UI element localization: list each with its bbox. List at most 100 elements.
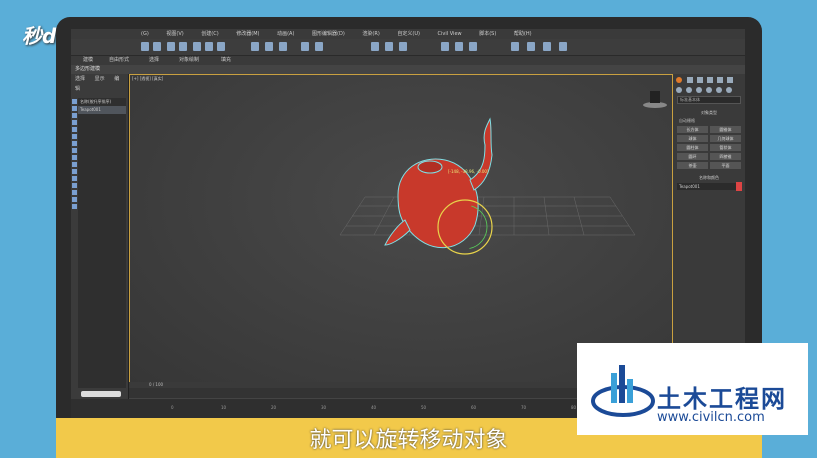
frame-tick: 80 — [571, 405, 577, 410]
command-panel-icon-row — [676, 77, 733, 93]
create-tab-icon — [676, 77, 682, 83]
filter-icon[interactable] — [72, 99, 77, 104]
object-type-buttons: 长方体 圆锥体 球体 几何球体 圆柱体 管状体 圆环 四棱锥 茶壶 平面 — [677, 126, 741, 169]
frame-tick: 0 — [171, 405, 174, 410]
tab-display[interactable]: 显示 — [95, 76, 105, 82]
name-color-header[interactable]: 名称和颜色 — [677, 175, 741, 181]
filter-icon[interactable] — [72, 169, 77, 174]
schematic-icon[interactable] — [385, 42, 393, 51]
menu-item[interactable]: 渲染(R) — [362, 31, 379, 37]
list-item-teapot[interactable]: Teapot001 — [78, 106, 126, 114]
ribbon-tab[interactable]: 填充 — [221, 56, 231, 65]
curve-editor-icon[interactable] — [371, 42, 379, 51]
torus-button[interactable]: 圆环 — [677, 153, 708, 160]
box-button[interactable]: 长方体 — [677, 126, 708, 133]
tube-button[interactable]: 管状体 — [710, 144, 741, 151]
filter-icon[interactable] — [72, 113, 77, 118]
object-name-value: Teapot001 — [679, 184, 700, 189]
perspective-viewport[interactable]: [+] [透视] [真实] [-148, -38.96, -0.00] — [129, 74, 673, 388]
frame-tick: 70 — [521, 405, 527, 410]
filter-icon[interactable] — [72, 127, 77, 132]
site-logo-icon — [591, 365, 655, 417]
menu-item[interactable]: 创建(C) — [201, 31, 218, 37]
primitive-type-dropdown[interactable]: 标准基本体 — [677, 96, 741, 104]
frame-tick: 10 — [221, 405, 227, 410]
frame-tick: 60 — [471, 405, 477, 410]
filter-icon[interactable] — [72, 148, 77, 153]
percent-snap-icon[interactable] — [279, 42, 287, 51]
filter-icon[interactable] — [72, 197, 77, 202]
filter-icon[interactable] — [72, 141, 77, 146]
object-name-field[interactable]: Teapot001 — [677, 182, 742, 191]
scene-explorer-scrollbar[interactable] — [81, 391, 121, 397]
ribbon-tab[interactable]: 对象绘制 — [179, 56, 199, 65]
filter-icon[interactable] — [72, 162, 77, 167]
camera-icon[interactable] — [543, 42, 551, 51]
snap-icon[interactable] — [251, 42, 259, 51]
screen-icon[interactable] — [559, 42, 567, 51]
object-type-header[interactable]: 对象类型 — [677, 110, 741, 116]
plane-button[interactable]: 平面 — [710, 162, 741, 169]
frame-tick: 50 — [421, 405, 427, 410]
mirror-icon[interactable] — [301, 42, 309, 51]
filter-icon[interactable] — [72, 155, 77, 160]
filter-icon[interactable] — [72, 120, 77, 125]
select-icon[interactable] — [167, 42, 175, 51]
material-editor-icon[interactable] — [399, 42, 407, 51]
filter-icon[interactable] — [72, 183, 77, 188]
menu-item[interactable]: 帮助(H) — [514, 31, 532, 37]
menu-item[interactable]: 修改器(M) — [236, 31, 259, 37]
scale-icon[interactable] — [217, 42, 225, 51]
menu-item[interactable]: 图形编辑器(D) — [312, 31, 345, 37]
filter-icon[interactable] — [72, 204, 77, 209]
sphere-button[interactable]: 球体 — [677, 135, 708, 142]
filter-icon[interactable] — [72, 134, 77, 139]
move-icon[interactable] — [193, 42, 201, 51]
redo-icon[interactable] — [153, 42, 161, 51]
filter-icon[interactable] — [72, 176, 77, 181]
geosphere-button[interactable]: 几何球体 — [710, 135, 741, 142]
teapot-button[interactable]: 茶壶 — [677, 162, 708, 169]
render-icon[interactable] — [469, 42, 477, 51]
pyramid-button[interactable]: 四棱锥 — [710, 153, 741, 160]
menu-bar: (G) 视图(V) 创建(C) 修改器(M) 动画(A) 图形编辑器(D) 渲染… — [71, 29, 745, 39]
tab-select[interactable]: 选择 — [75, 76, 85, 82]
ribbon-tab[interactable]: 建模 — [83, 56, 93, 65]
render-setup-icon[interactable] — [441, 42, 449, 51]
menu-item[interactable]: 视图(V) — [166, 31, 183, 37]
menu-item[interactable]: 自定义(U) — [397, 31, 420, 37]
angle-snap-icon[interactable] — [265, 42, 273, 51]
site-title: 土木工程网 — [657, 385, 787, 413]
rotate-icon[interactable] — [205, 42, 213, 51]
main-toolbar — [71, 39, 745, 56]
menu-item[interactable]: (G) — [141, 31, 149, 37]
scene-explorer-tabs: 选择 显示 编辑 — [71, 74, 128, 92]
ribbon-tab[interactable]: 自由形式 — [109, 56, 129, 65]
command-panel-tabs — [673, 74, 745, 96]
ribbon-tab[interactable]: 选择 — [149, 56, 159, 65]
site-watermark: 土木工程网 www.civilcn.com — [577, 343, 808, 435]
home-grid — [339, 196, 636, 236]
cylinder-button[interactable]: 圆柱体 — [677, 144, 708, 151]
render-frame-icon[interactable] — [455, 42, 463, 51]
autogrid-checkbox[interactable]: 自动栅格 — [679, 118, 739, 124]
menu-item[interactable]: 脚本(S) — [479, 31, 496, 37]
align-icon[interactable] — [315, 42, 323, 51]
filter-icon[interactable] — [72, 190, 77, 195]
select-region-icon[interactable] — [179, 42, 187, 51]
teapot-render-icon[interactable] — [511, 42, 519, 51]
viewcube-icon[interactable] — [643, 91, 667, 108]
menu-item[interactable]: Civil View — [438, 31, 462, 37]
menu-item[interactable]: 动画(A) — [277, 31, 294, 37]
list-header[interactable]: 名称(按升序排序) — [78, 98, 126, 106]
filter-icon[interactable] — [72, 106, 77, 111]
ribbon-panel-label: 多边形建模 — [71, 65, 745, 74]
viewport-scene: [-148, -38.96, -0.00] — [339, 91, 667, 255]
environment-icon[interactable] — [527, 42, 535, 51]
frame-label: 0 / 100 — [149, 382, 164, 387]
filter-toolbar — [71, 98, 78, 268]
undo-icon[interactable] — [141, 42, 149, 51]
object-color-swatch[interactable] — [736, 182, 742, 191]
cone-button[interactable]: 圆锥体 — [710, 126, 741, 133]
ribbon-tabs: 建模 自由形式 选择 对象绘制 填充 — [71, 56, 745, 65]
